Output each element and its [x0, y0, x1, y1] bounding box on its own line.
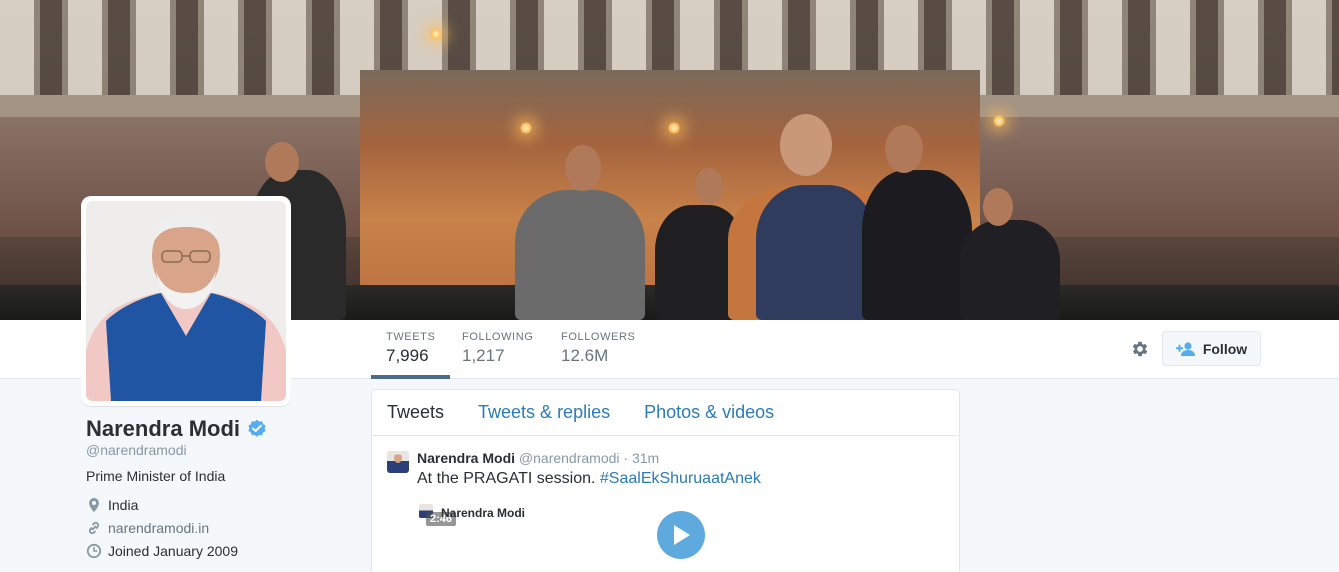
stat-value: 1,217 — [462, 346, 505, 365]
tab-tweets-and-replies[interactable]: Tweets & replies — [478, 402, 610, 423]
profile-name[interactable]: Narendra Modi — [86, 416, 267, 442]
profile-bio: Prime Minister of India — [86, 468, 226, 484]
profile-location-text: India — [108, 497, 139, 513]
stat-following[interactable]: FOLLOWING 1,217 — [447, 320, 548, 379]
stat-label: FOLLOWERS — [561, 331, 636, 343]
link-icon — [88, 521, 100, 535]
avatar-portrait — [86, 201, 286, 401]
tweet-header: Narendra Modi @narendramodi · 31m — [417, 450, 959, 466]
tweet-body: At the PRAGATI session. — [417, 470, 596, 487]
tweet-video-card[interactable]: 2:46 Narendra Modi — [417, 498, 959, 572]
stat-value: 12.6M — [561, 346, 609, 365]
stat-followers[interactable]: FOLLOWERS 12.6M — [546, 320, 650, 379]
stat-tweets[interactable]: TWEETS 7,996 — [371, 320, 451, 379]
tweet-text: At the PRAGATI session. #SaalEkShuruaatA… — [417, 470, 959, 488]
tab-photos-and-videos[interactable]: Photos & videos — [644, 402, 774, 423]
tweet-item[interactable]: Narendra Modi @narendramodi · 31m At the… — [372, 436, 959, 572]
stat-value: 7,996 — [386, 346, 429, 365]
stat-label: FOLLOWING — [462, 331, 534, 343]
profile-website[interactable]: narendramodi.in — [86, 520, 209, 536]
profile-handle[interactable]: @narendramodi — [86, 442, 187, 458]
gear-icon[interactable] — [1130, 339, 1150, 359]
play-icon — [674, 525, 690, 545]
profile-location: India — [86, 497, 138, 513]
profile-avatar[interactable] — [81, 196, 291, 406]
profile-name-text: Narendra Modi — [86, 416, 241, 441]
verified-badge-icon — [248, 419, 266, 437]
video-title: Narendra Modi — [441, 506, 526, 520]
tweet-author-avatar[interactable] — [387, 451, 409, 473]
tweet-hashtag-link[interactable]: #SaalEkShuruaatAnek — [600, 470, 761, 487]
profile-website-link[interactable]: narendramodi.in — [108, 520, 209, 536]
tweet-separator: · — [623, 450, 629, 466]
tweet-timestamp[interactable]: 31m — [632, 450, 659, 466]
tab-tweets[interactable]: Tweets — [387, 402, 444, 423]
tweet-author-name[interactable]: Narendra Modi — [417, 450, 515, 466]
follow-button[interactable]: Follow — [1162, 331, 1261, 366]
timeline-tabs: Tweets Tweets & replies Photos & videos — [372, 390, 959, 436]
tweet-author-handle[interactable]: @narendramodi — [519, 450, 620, 466]
stat-label: TWEETS — [386, 331, 436, 343]
profile-joined-text: Joined January 2009 — [108, 543, 238, 559]
tweet-timeline: Tweets Tweets & replies Photos & videos … — [371, 389, 960, 572]
add-user-icon — [1175, 341, 1195, 356]
location-pin-icon — [89, 498, 99, 512]
calendar-clock-icon — [86, 543, 102, 559]
video-play-button[interactable] — [657, 511, 705, 559]
follow-button-label: Follow — [1202, 340, 1248, 357]
profile-joined: Joined January 2009 — [86, 543, 238, 559]
